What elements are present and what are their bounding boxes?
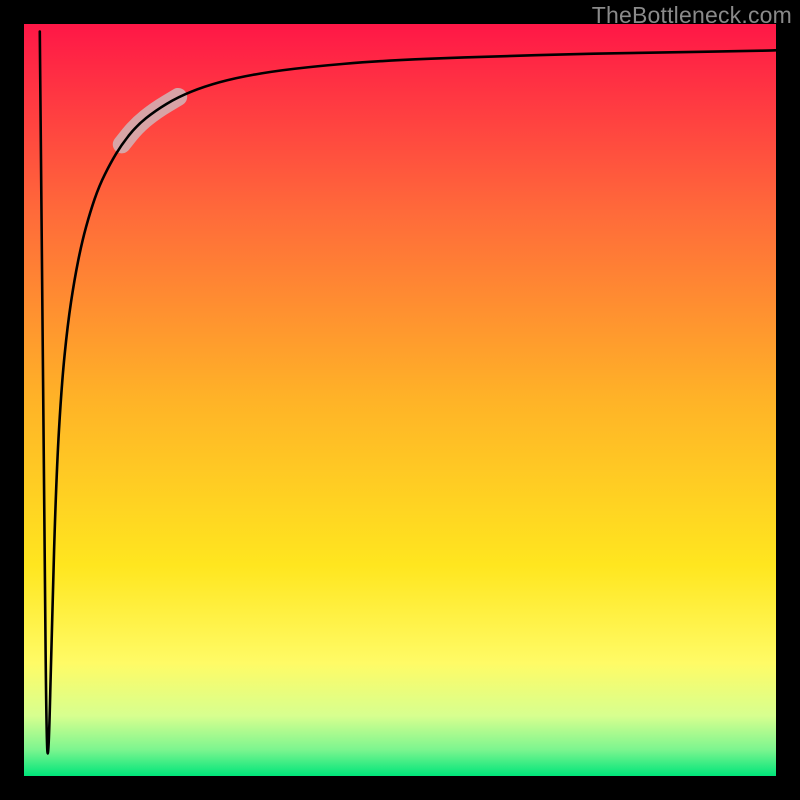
bottleneck-chart: TheBottleneck.com (0, 0, 800, 800)
chart-svg (0, 0, 800, 800)
attribution-label: TheBottleneck.com (592, 2, 792, 29)
